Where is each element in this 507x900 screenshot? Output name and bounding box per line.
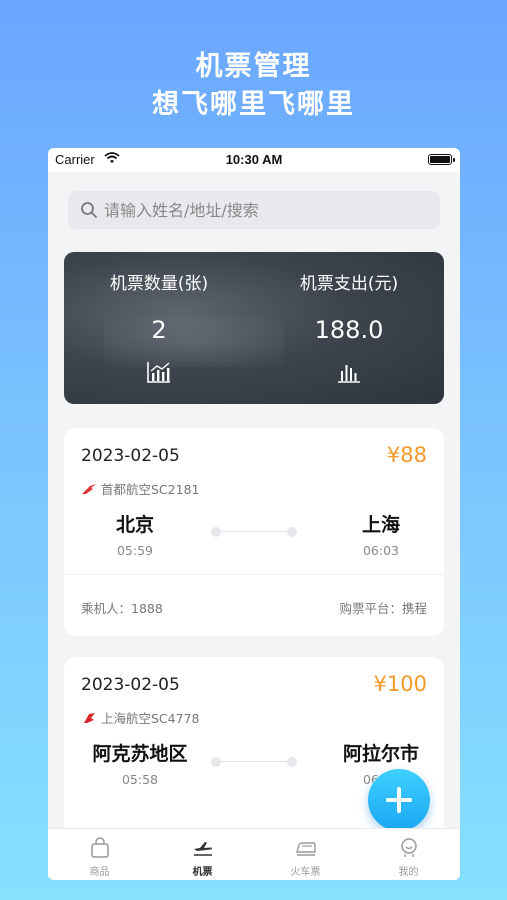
arrival: 上海 06:03 [326,510,436,558]
bag-icon [90,837,109,858]
ticket-spend-value: 188.0 [314,316,384,344]
ticket-spend-stat: 机票支出(元) 188.0 [254,252,444,384]
ticket-date: 2023-02-05 [81,446,180,466]
search-bar[interactable] [68,191,440,229]
plane-icon [193,842,212,856]
train-icon [295,842,316,856]
arrival-time: 06:03 [362,543,400,558]
departure-time: 05:59 [116,543,154,558]
search-icon [81,202,97,218]
tab-label: 商品 [89,867,110,878]
departure-city: 北京 [115,514,154,536]
ticket-price: ¥100 [373,672,427,696]
ticket-count-label: 机票数量(张) [109,274,209,294]
arrival-city: 上海 [361,514,400,536]
battery-icon [428,154,455,165]
arrival-city: 阿拉尔市 [342,743,419,765]
promo-title: 机票管理 [195,51,312,82]
tab-label: 机票 [192,867,213,878]
tab-label: 火车票 [290,867,321,878]
main-content: 机票数量(张) 2 机票支出(元) 188.0 [48,172,460,828]
bottom-tab-bar: 商品 机票 火车票 我的 [48,828,460,880]
airline-name: 首都航空SC2181 [101,482,200,497]
ticket-date: 2023-02-05 [81,675,180,695]
ticket-count-value: 2 [151,316,167,344]
ticket-card[interactable]: 2023-02-05 ¥88 首都航空SC2181 北京 05:59 上海 06… [64,428,444,636]
plus-icon [386,787,412,813]
tab-label: 我的 [398,867,419,878]
promo-subtitle: 想飞哪里飞哪里 [152,89,355,120]
status-bar: Carrier 10:30 AM [48,148,460,172]
line-chart-icon[interactable] [146,360,172,384]
status-time: 10:30 AM [225,152,283,167]
airline-row: 首都航空SC2181 [81,479,199,498]
ticket-count-stat: 机票数量(张) 2 [64,252,254,384]
tab-trains[interactable]: 火车票 [254,829,357,880]
airline-name: 上海航空SC4778 [101,711,200,726]
departure: 阿克苏地区 05:58 [80,739,200,787]
departure: 北京 05:59 [80,510,190,558]
tab-mine[interactable]: 我的 [357,829,460,880]
search-input[interactable] [104,200,424,220]
ticket-spend-label: 机票支出(元) [299,274,399,294]
tab-flights[interactable]: 机票 [151,829,254,880]
phone-screen: Carrier 10:30 AM 机票数量(张) 2 [48,148,460,880]
profile-icon [400,838,417,857]
airline-logo-icon [82,483,96,494]
route-line [211,757,297,767]
platform-info: 购票平台：携程 [339,601,427,616]
airline-row: 上海航空SC4778 [81,708,199,727]
tab-goods[interactable]: 商品 [48,829,151,880]
passenger-info: 乘机人：1888 [81,601,163,616]
departure-time: 05:58 [121,772,159,787]
add-ticket-button[interactable] [368,769,430,828]
route-line [211,527,297,537]
bar-chart-icon[interactable] [336,360,362,384]
departure-city: 阿克苏地区 [92,743,188,765]
stats-card: 机票数量(张) 2 机票支出(元) 188.0 [64,252,444,404]
airline-logo-icon [84,712,95,723]
ticket-price: ¥88 [386,443,427,467]
